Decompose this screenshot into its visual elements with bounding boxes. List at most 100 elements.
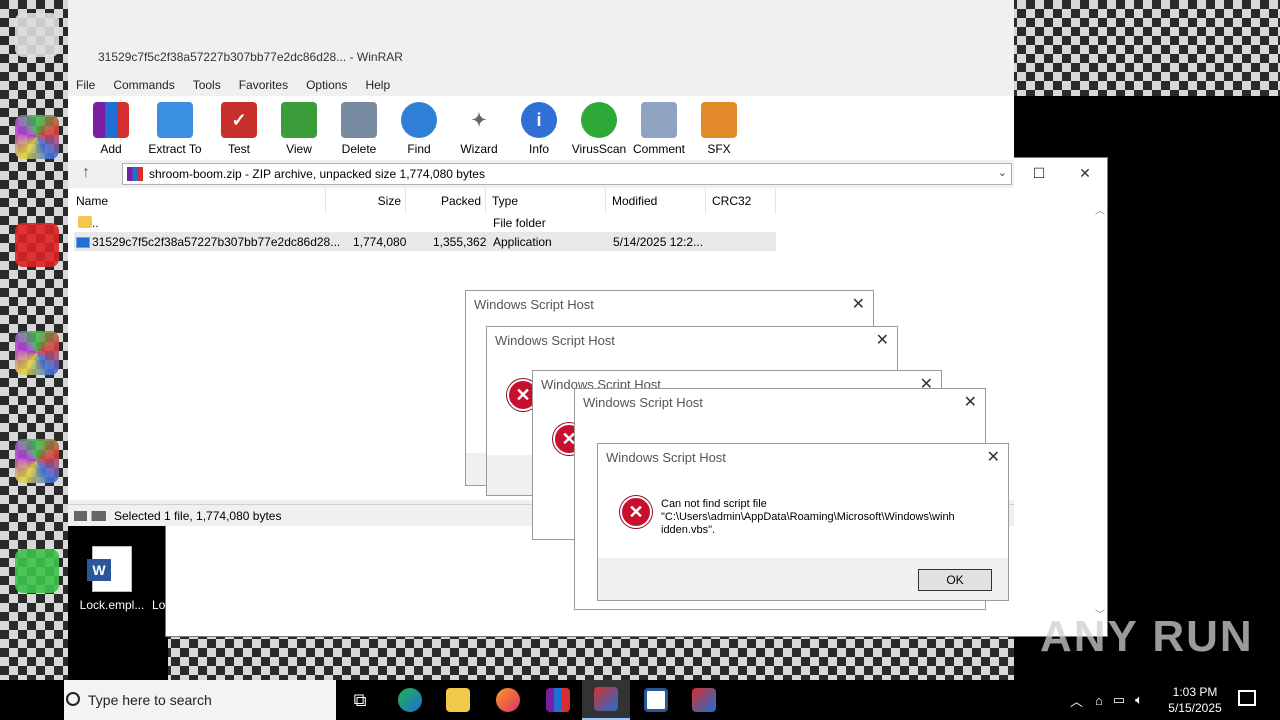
winrar-menubar: File Commands Tools Favorites Options He… (68, 78, 1014, 96)
row-file-size: 1,774,080 (353, 235, 407, 249)
wand-icon: ✦ (461, 102, 497, 138)
search-placeholder: Type here to search (88, 692, 212, 708)
scroll-up-icon[interactable]: ︿ (1095, 202, 1105, 217)
desktop-icon-app-1[interactable] (12, 112, 62, 162)
folder-icon (157, 102, 193, 138)
app-taskbar-button[interactable] (632, 680, 680, 720)
column-size[interactable]: Size (326, 188, 406, 214)
column-name[interactable]: Name (74, 188, 326, 214)
address-bar: ↑ shroom-boom.zip - ZIP archive, unpacke… (68, 162, 1014, 186)
error-icon: ✕ (620, 496, 652, 528)
column-modified[interactable]: Modified (606, 188, 706, 214)
winrar-taskbar-button[interactable] (534, 680, 582, 720)
system-tray: ︿ ⌂ ▭ 🔈︎ (1070, 680, 1143, 720)
task-view-icon: ⧉ (353, 689, 367, 710)
winrar-icon (546, 688, 570, 712)
close-icon[interactable]: ✕ (1062, 162, 1108, 184)
start-button[interactable] (0, 680, 64, 720)
word-icon-label: Lock.empl... (79, 598, 145, 612)
edge-icon (398, 688, 422, 712)
desktop-icon-word-document[interactable]: W Lock.empl... (76, 546, 148, 612)
file-explorer-button[interactable] (434, 680, 482, 720)
wizard-button[interactable]: ✦ Wizard (450, 96, 508, 160)
test-button[interactable]: ✓ Test (210, 96, 268, 160)
row-file-modified: 5/14/2025 12:2... (613, 235, 704, 249)
application-icon (76, 237, 90, 248)
view-button[interactable]: View (270, 96, 328, 160)
taskbar-clock[interactable]: 1:03 PM 5/15/2025 (1162, 684, 1228, 716)
close-icon[interactable]: ✕ (852, 294, 865, 314)
add-button[interactable]: Add (82, 96, 140, 160)
task-view-button[interactable]: ⧉ (336, 680, 384, 720)
sfx-button[interactable]: SFX (690, 96, 748, 160)
winrar-title: 31529c7f5c2f38a57227b307bb77e2dc86d28...… (98, 50, 403, 64)
winrar-toolbar: Add Extract To ✓ Test View Delete Find ✦ W… (68, 96, 1014, 160)
ethernet-icon[interactable]: ▭ (1113, 692, 1125, 708)
network-icon[interactable]: ⌂ (1095, 693, 1103, 708)
info-button[interactable]: i Info (510, 96, 568, 160)
row-file-type: Application (493, 235, 552, 249)
bug-icon (581, 102, 617, 138)
up-arrow-icon[interactable]: ↑ (82, 164, 90, 182)
dialog-title: Windows Script Host (583, 395, 703, 410)
menu-commands[interactable]: Commands (113, 78, 174, 96)
dialog-title: Windows Script Host (606, 450, 726, 465)
clock-time: 1:03 PM (1172, 685, 1218, 699)
wsh-dialog-front: Windows Script Host ✕ ✕ Can not find scr… (597, 443, 1009, 601)
taskbar-search-box[interactable]: Type here to search (64, 680, 336, 720)
chevron-down-icon[interactable]: ⌄ (998, 166, 1007, 179)
desktop-icon-app-4[interactable] (12, 436, 62, 486)
menu-file[interactable]: File (76, 78, 95, 96)
sfx-box-icon (701, 102, 737, 138)
desktop-icon-recycle-bin[interactable] (12, 10, 62, 60)
magnifier-icon (401, 102, 437, 138)
dialog-title: Windows Script Host (495, 333, 615, 348)
menu-favorites[interactable]: Favorites (239, 78, 288, 96)
close-icon[interactable]: ✕ (876, 330, 889, 350)
trash-icon (341, 102, 377, 138)
desktop-icon-app-2[interactable] (12, 220, 62, 270)
dialog-title: Windows Script Host (474, 297, 594, 312)
menu-tools[interactable]: Tools (193, 78, 221, 96)
virusscan-button[interactable]: VirusScan (570, 96, 628, 160)
ok-button[interactable]: OK (918, 569, 992, 591)
wsh-taskbar-button[interactable] (582, 680, 630, 720)
column-type[interactable]: Type (486, 188, 606, 214)
find-button[interactable]: Find (390, 96, 448, 160)
taskbar: Type here to search ⧉ ︿ ⌂ ▭ 🔈︎ 1:03 PM 5… (0, 680, 1280, 720)
column-crc32[interactable]: CRC32 (706, 188, 776, 214)
menu-help[interactable]: Help (365, 78, 390, 96)
status-text: Selected 1 file, 1,774,080 bytes (114, 508, 282, 523)
edge-button[interactable] (386, 680, 434, 720)
archive-path-text: shroom-boom.zip - ZIP archive, unpacked … (149, 167, 485, 181)
chevron-up-icon[interactable]: ︿ (1070, 691, 1083, 710)
info-icon: i (521, 102, 557, 138)
close-icon[interactable]: ✕ (964, 392, 977, 412)
row-parent-name[interactable]: .. (92, 216, 99, 230)
notification-icon[interactable] (1238, 690, 1256, 706)
word-doc-icon: W (87, 546, 132, 592)
firefox-icon (496, 688, 520, 712)
delete-button[interactable]: Delete (330, 96, 388, 160)
volume-icon[interactable]: 🔈︎ (1135, 692, 1143, 708)
column-packed[interactable]: Packed (406, 188, 486, 214)
script-host-icon (594, 687, 618, 711)
row-file-name[interactable]: 31529c7f5c2f38a57227b307bb77e2dc86d28... (92, 235, 340, 249)
firefox-button[interactable] (484, 680, 532, 720)
script-host-icon (692, 688, 716, 712)
comment-button[interactable]: Comment (630, 96, 688, 160)
maximize-icon[interactable]: ☐ (1016, 162, 1062, 184)
folder-icon (78, 216, 92, 228)
menu-options[interactable]: Options (306, 78, 347, 96)
archive-path-field[interactable]: shroom-boom.zip - ZIP archive, unpacked … (122, 163, 1012, 185)
wsh2-taskbar-button[interactable] (680, 680, 728, 720)
zip-archive-icon (127, 167, 143, 181)
desktop-icon-app-3[interactable] (12, 328, 62, 378)
close-icon[interactable]: ✕ (987, 447, 1000, 467)
desktop-icon-app-5[interactable] (12, 546, 62, 596)
clipboard-check-icon: ✓ (221, 102, 257, 138)
folder-icon (446, 688, 470, 712)
clock-date: 5/15/2025 (1168, 701, 1222, 715)
row-file-packed: 1,355,362 (433, 235, 487, 249)
extract-to-button[interactable]: Extract To (142, 96, 208, 160)
